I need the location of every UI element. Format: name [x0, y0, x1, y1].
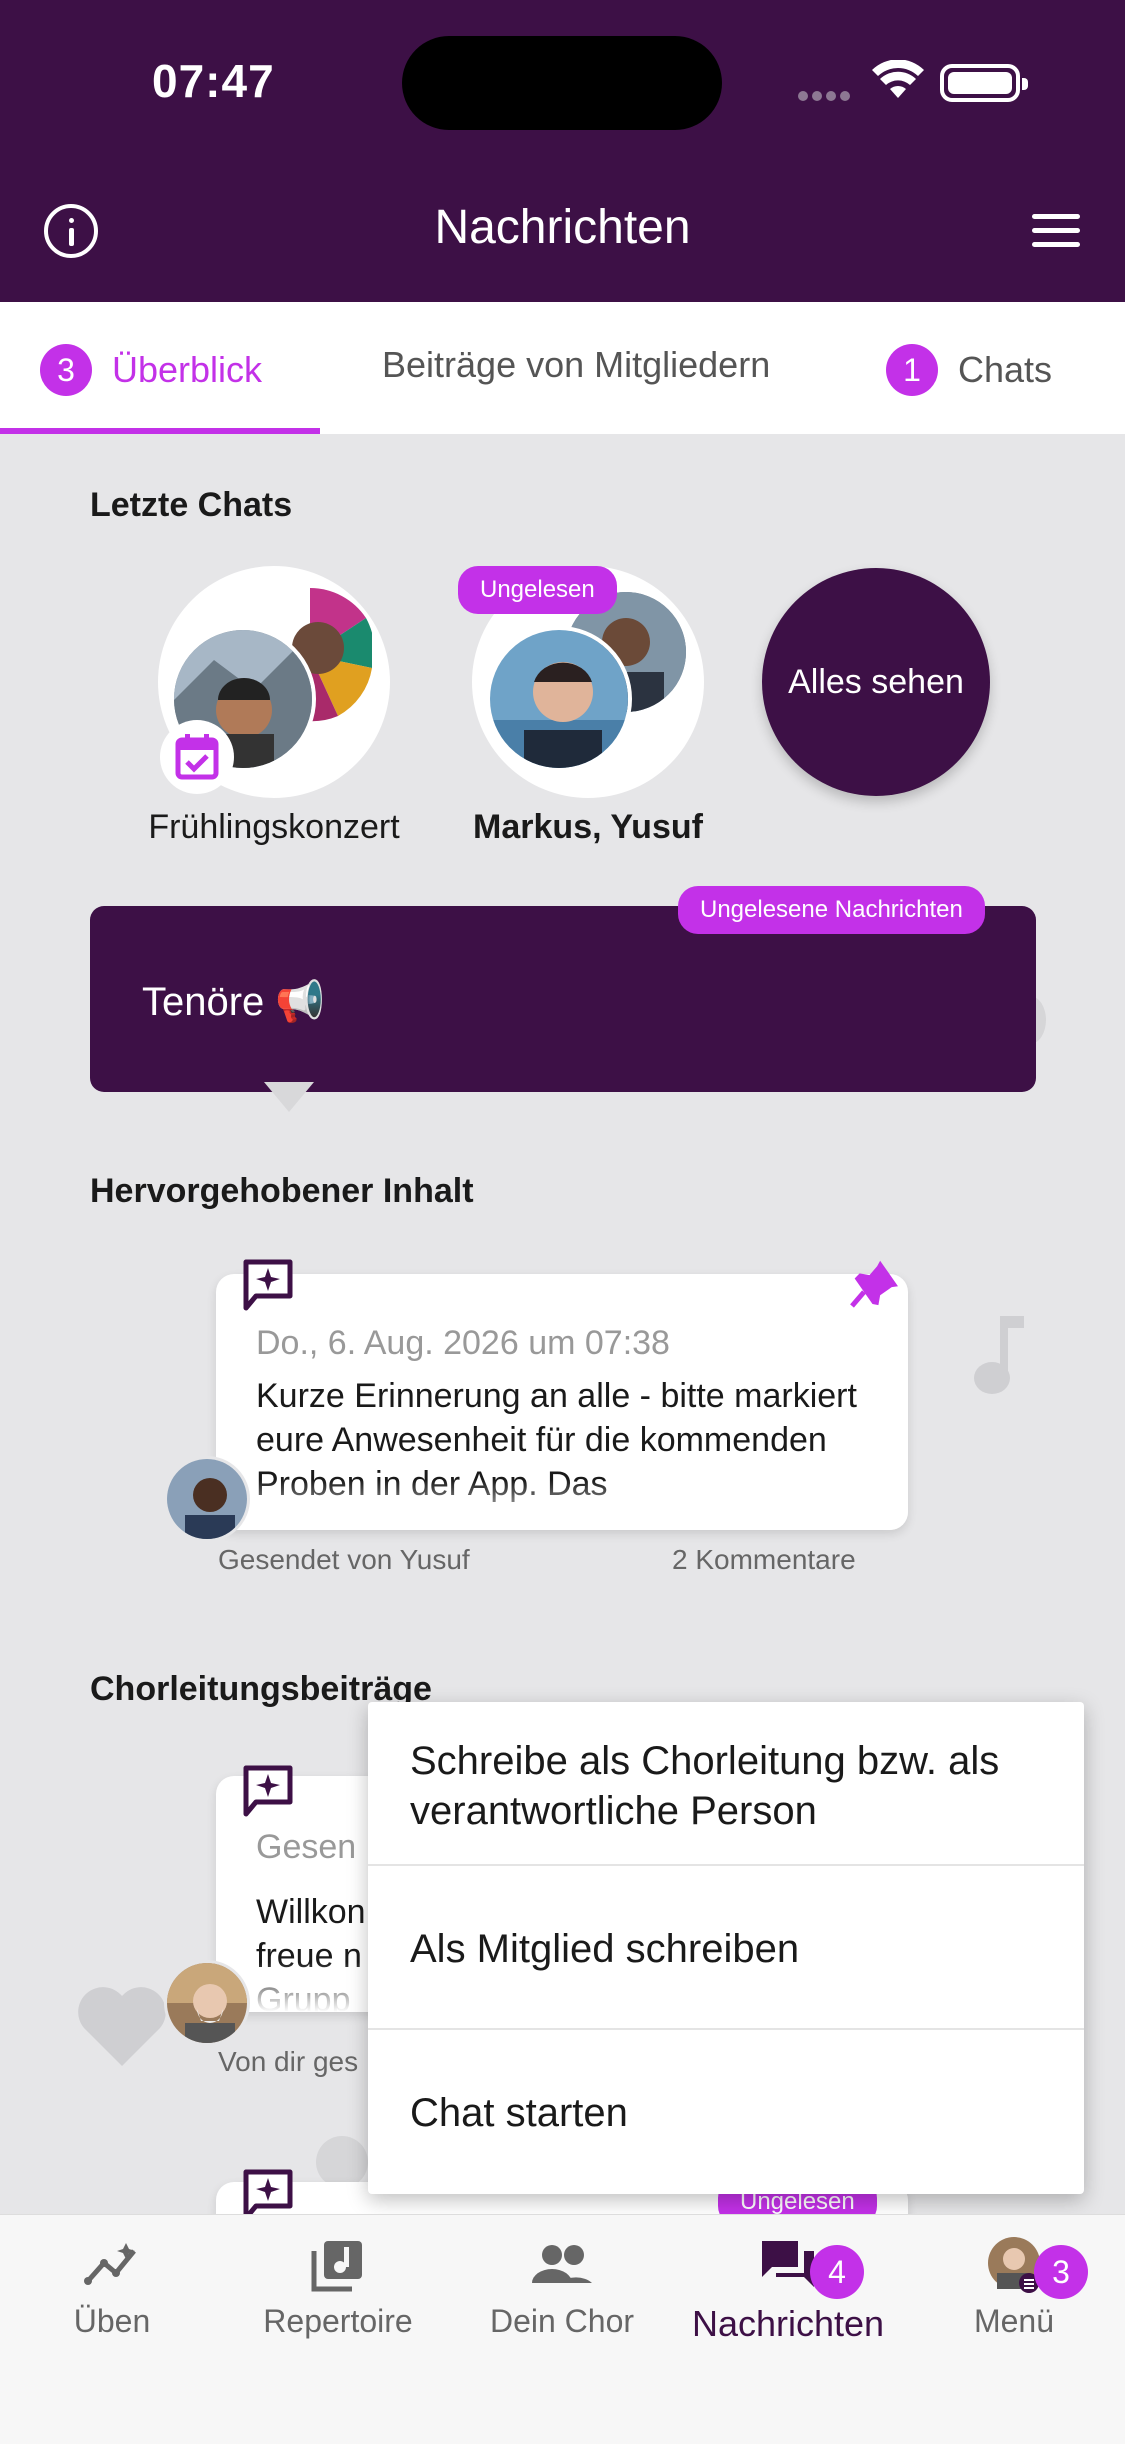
nav-label: Repertoire [263, 2303, 413, 2339]
post-comment-count[interactable]: 2 Kommentare [672, 1544, 856, 1576]
wifi-icon [872, 60, 924, 98]
nav-label: Menü [973, 2303, 1055, 2339]
section-title-highlighted: Hervorgehobener Inhalt [90, 1172, 474, 1210]
bottom-navigation: Üben Repertoire Dein Chor Nachrichten 4 … [0, 2214, 1125, 2444]
nav-badge: 4 [810, 2245, 864, 2299]
card-tail [264, 1082, 314, 1112]
menu-item-write-as-conductor[interactable]: Schreibe als Chorleitung bzw. als verant… [410, 1736, 1030, 1836]
text-fade [216, 1480, 908, 1530]
divider [368, 2028, 1084, 2030]
post-sender: Von dir ges [218, 2046, 359, 2077]
avatar [164, 1960, 250, 2046]
post-date: Do., 6. Aug. 2026 um 07:38 [256, 1324, 670, 1362]
app-header: 07:47 Nachrichten [0, 0, 1125, 302]
see-all-chats-button[interactable]: Alles sehen [762, 568, 990, 796]
avatar [486, 626, 632, 772]
hamburger-menu-icon[interactable] [1032, 214, 1080, 250]
chat-avatar-circle [158, 566, 390, 798]
nav-item-menu[interactable]: Menü [914, 2237, 1114, 2340]
calendar-icon [160, 720, 234, 794]
avatar [164, 1456, 250, 1542]
practice-icon [84, 2243, 136, 2285]
menu-item-start-chat[interactable]: Chat starten [410, 2088, 628, 2138]
nav-item-messages[interactable]: Nachrichten [688, 2237, 888, 2345]
unread-badge: Ungelesen [458, 566, 617, 614]
menu-item-write-as-member[interactable]: Als Mitglied schreiben [410, 1924, 799, 1974]
music-note-icon [974, 1316, 1024, 1394]
announcement-icon [243, 1765, 293, 1817]
nav-item-repertoire[interactable]: Repertoire [238, 2237, 438, 2340]
tab-count-badge: 1 [886, 344, 938, 396]
nav-badge: 3 [1034, 2245, 1088, 2299]
nav-label: Üben [73, 2303, 151, 2339]
chat-name: Markus, Yusuf [473, 808, 703, 846]
tab-overview[interactable]: 3 Überblick [40, 344, 262, 396]
tab-label: Chats [958, 349, 1053, 390]
divider [368, 1864, 1084, 1866]
post-sender: Gesendet von Yusuf [218, 1544, 470, 1575]
nav-label: Dein Chor [489, 2303, 635, 2339]
chat-name: Frühlingskonzert [148, 808, 400, 846]
compose-popup-menu: Schreibe als Chorleitung bzw. als verant… [368, 1702, 1084, 2194]
group-chat-name: Tenöre 📢 [142, 980, 326, 1024]
highlighted-post-card[interactable]: Do., 6. Aug. 2026 um 07:38 Kurze Erinner… [216, 1274, 908, 1530]
section-title-recent-chats: Letzte Chats [90, 486, 293, 524]
active-tab-indicator [0, 428, 320, 434]
tab-label: Überblick [112, 349, 263, 390]
nav-item-choir[interactable]: Dein Chor [462, 2237, 662, 2340]
battery-icon [940, 64, 1028, 102]
group-icon [532, 2245, 592, 2283]
status-time: 07:47 [152, 55, 275, 107]
tab-count-badge: 3 [40, 344, 92, 396]
nav-item-practice[interactable]: Üben [12, 2237, 212, 2340]
tab-label: Beiträge von Mitgliedern [382, 344, 771, 385]
unread-messages-badge: Ungelesene Nachrichten [678, 886, 985, 934]
dynamic-island [402, 36, 722, 130]
post-date: Gesen [256, 1828, 357, 1866]
chat-icon [762, 2241, 814, 2287]
heart-icon [78, 1987, 166, 2066]
signal-icon [798, 88, 856, 101]
announcement-icon [243, 1259, 293, 1311]
music-library-icon [311, 2241, 362, 2292]
pin-icon [850, 1260, 898, 1308]
page-title: Nachrichten [434, 201, 691, 254]
nav-label: Nachrichten [691, 2303, 885, 2344]
tab-chats[interactable]: 1 Chats [886, 344, 1052, 396]
tab-member-posts[interactable]: Beiträge von Mitgliedern [382, 344, 770, 386]
tab-bar: 3 Überblick Beiträge von Mitgliedern 1 C… [0, 302, 1125, 434]
